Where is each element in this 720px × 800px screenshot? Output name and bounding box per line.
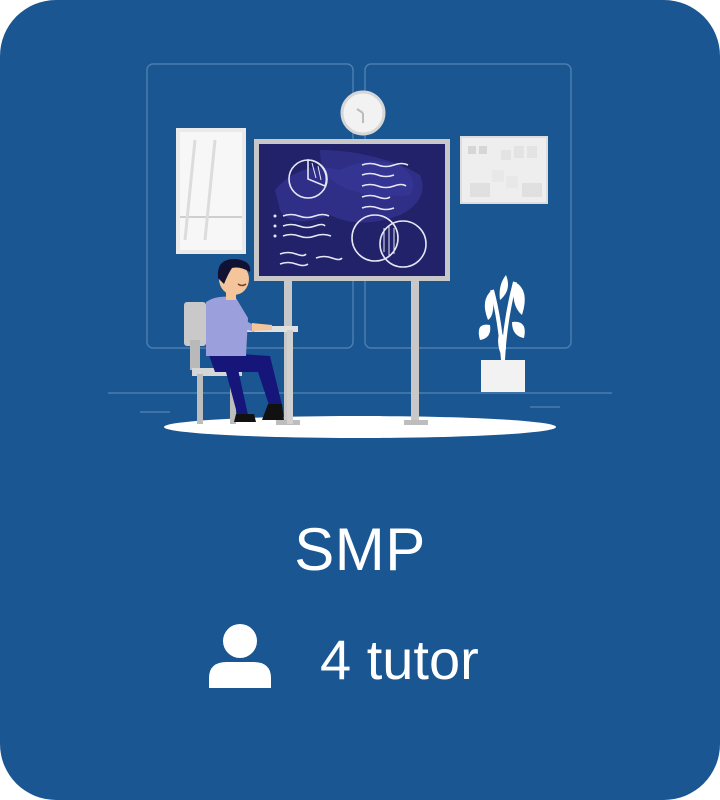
level-title: SMP (294, 516, 426, 583)
tutor-count-row: 4 tutor (0, 622, 720, 702)
classroom-illustration (108, 63, 612, 438)
clock-icon (340, 90, 386, 136)
notice-board (460, 136, 548, 204)
tutor-count: 4 tutor (320, 628, 479, 691)
level-card[interactable]: SMP 4 tutor (0, 0, 720, 800)
plant (478, 275, 525, 392)
window (176, 128, 246, 254)
student (206, 258, 284, 422)
floor-shadow (164, 416, 556, 438)
user-icon (209, 624, 271, 688)
chalkboard (254, 139, 450, 281)
